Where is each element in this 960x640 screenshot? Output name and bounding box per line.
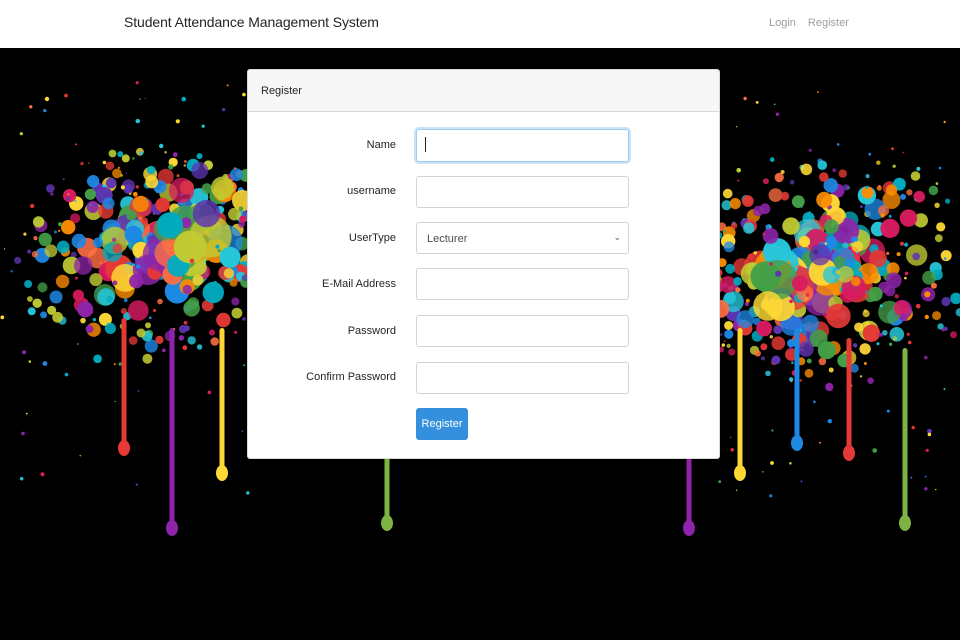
password-label: Password bbox=[347, 325, 396, 337]
card-header: Register bbox=[248, 70, 719, 112]
email-label: E-Mail Address bbox=[322, 278, 396, 290]
name-input[interactable] bbox=[416, 129, 629, 162]
confirm-password-label: Confirm Password bbox=[306, 371, 396, 383]
username-label: username bbox=[347, 185, 396, 197]
usertype-label: UserType bbox=[348, 232, 396, 244]
login-link[interactable]: Login bbox=[769, 17, 796, 29]
usertype-selected-value: Lecturer bbox=[427, 233, 468, 245]
name-field-wrap bbox=[416, 129, 629, 162]
text-cursor bbox=[425, 137, 426, 152]
name-label: Name bbox=[366, 139, 396, 151]
username-input[interactable] bbox=[416, 176, 629, 208]
confirm-password-input[interactable] bbox=[416, 362, 629, 394]
chevron-down-icon: ⌄ bbox=[613, 232, 621, 242]
email-input[interactable] bbox=[416, 268, 629, 300]
password-input[interactable] bbox=[416, 315, 629, 347]
navbar: Student Attendance Management System Log… bbox=[0, 0, 960, 48]
register-button[interactable]: Register bbox=[416, 408, 468, 440]
usertype-select[interactable]: Lecturer ⌄ bbox=[416, 222, 629, 254]
register-card: Register Name username UserType Lecturer… bbox=[247, 69, 720, 459]
brand-link[interactable]: Student Attendance Management System bbox=[124, 14, 379, 30]
register-link[interactable]: Register bbox=[808, 17, 849, 29]
nav-links: Login Register bbox=[769, 17, 849, 29]
